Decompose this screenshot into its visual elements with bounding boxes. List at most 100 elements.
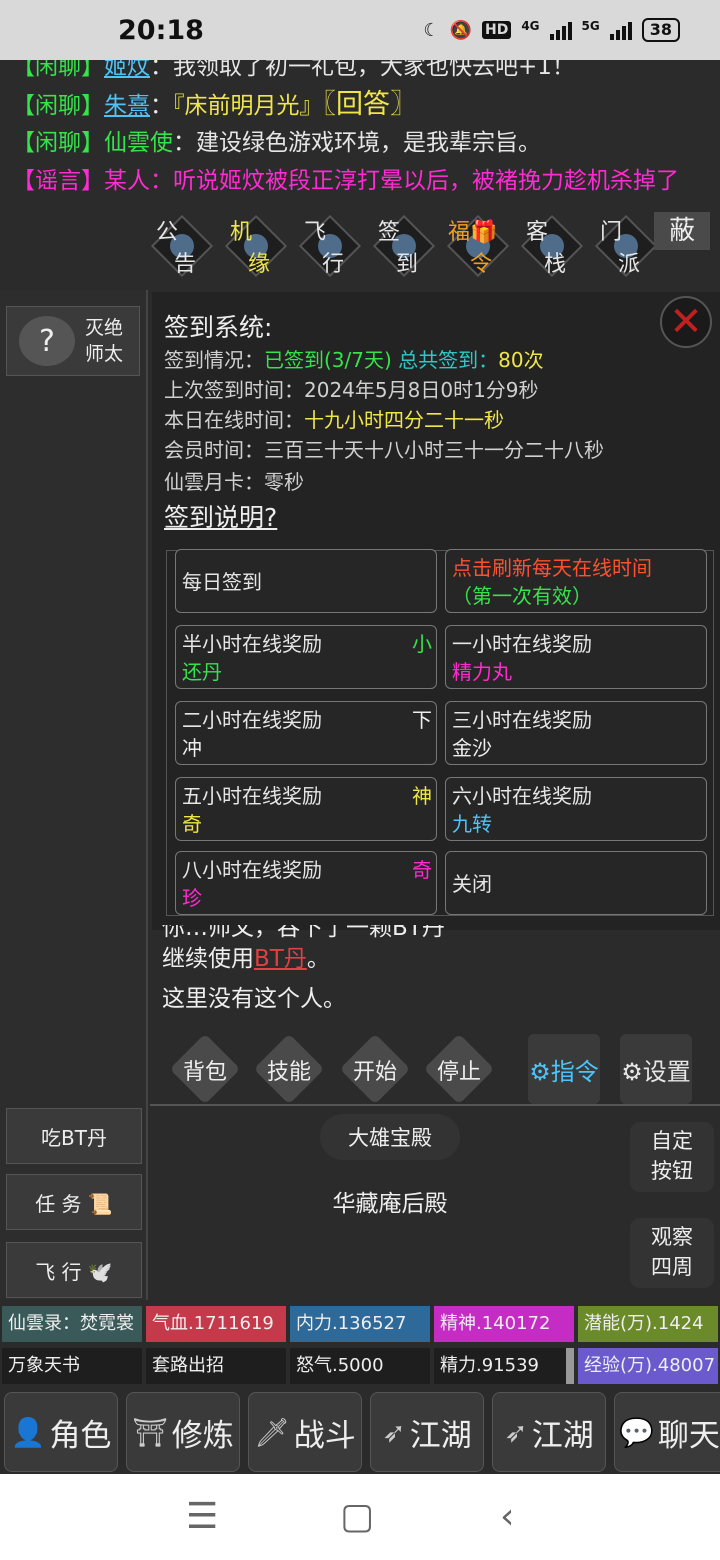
half-hour-reward-button[interactable]: 半小时在线奖励 小还丹 bbox=[175, 625, 437, 689]
reward-name: 冲 bbox=[182, 736, 202, 760]
info-label: 会员时间： bbox=[164, 438, 264, 462]
nav-label-bottom: 行 bbox=[322, 252, 345, 277]
tab-jianghu-2[interactable]: ➶ 江湖 bbox=[492, 1392, 606, 1472]
fly-button[interactable]: 飞 行 🕊️ bbox=[6, 1242, 142, 1298]
tab-battle[interactable]: 🗡 战斗 bbox=[248, 1392, 362, 1472]
refresh-online-button[interactable]: 点击刷新每天在线时间 （第一次有效） bbox=[445, 549, 707, 613]
tab-jianghu[interactable]: ➶ 江湖 bbox=[370, 1392, 484, 1472]
chat-line: 【闲聊】朱熹：『床前明月光』〖回答〗 bbox=[12, 86, 720, 124]
bag-button[interactable]: 背包 bbox=[168, 1033, 242, 1105]
total-value: 80次 bbox=[498, 348, 544, 372]
nav-label-bottom: 栈 bbox=[544, 252, 567, 277]
button-label: 技能 bbox=[266, 1060, 311, 1085]
moon-icon: ☾ bbox=[423, 19, 440, 41]
reward-name: 奇 bbox=[412, 858, 432, 882]
eight-hour-reward-button[interactable]: 八小时在线奖励 奇珍 bbox=[175, 851, 437, 915]
blessing-button[interactable]: 福🎁 令 bbox=[446, 212, 510, 282]
chat-text: 建设绿色游戏环境，是我辈宗旨。 bbox=[196, 130, 541, 156]
task-button[interactable]: 任 务 📜 bbox=[6, 1174, 142, 1230]
chat-icon: 💬 bbox=[619, 1415, 654, 1449]
custom-button[interactable]: 自定 按钮 bbox=[630, 1122, 714, 1192]
close-icon[interactable]: ✕ bbox=[660, 296, 712, 348]
last-signin: 上次签到时间：2024年5月8日0时1分9秒 bbox=[164, 374, 539, 403]
chat-sep: ： bbox=[150, 60, 173, 80]
npc-card[interactable]: ? 灭绝 师太 bbox=[6, 306, 140, 376]
stop-button[interactable]: 停止 bbox=[422, 1033, 496, 1105]
settings-button[interactable]: ⚙设置 bbox=[620, 1034, 692, 1104]
meditate-icon: ⛩ bbox=[132, 1415, 168, 1449]
message-text: 继续使用 bbox=[162, 946, 254, 972]
one-hour-reward-button[interactable]: 一小时在线奖励 精力丸 bbox=[445, 625, 707, 689]
hide-button[interactable]: 蔽 bbox=[654, 212, 710, 250]
combo-attack-button[interactable]: 套路出招 bbox=[146, 1348, 286, 1384]
exp-stat: 经验(万).48007 bbox=[578, 1348, 718, 1384]
tab-label: 江湖 bbox=[409, 1417, 472, 1454]
notice-button[interactable]: 公告 bbox=[150, 212, 214, 282]
command-button[interactable]: ⚙指令 bbox=[528, 1034, 600, 1104]
tab-cultivate[interactable]: ⛩ 修炼 bbox=[126, 1392, 240, 1472]
info-label: 上次签到时间： bbox=[164, 378, 304, 402]
tab-chat[interactable]: 💬 聊天 bbox=[614, 1392, 720, 1472]
reward-grid: 每日签到 点击刷新每天在线时间 （第一次有效） 半小时在线奖励 小还丹 一小时在线奖… bbox=[166, 549, 714, 916]
reward-name: 奇 bbox=[182, 812, 202, 836]
reward-name: 还丹 bbox=[182, 660, 222, 684]
member-value: 三百三十天十八小时三十一分二十八秒 bbox=[264, 438, 604, 462]
reward-name: 神 bbox=[412, 784, 432, 808]
chat-log: 【闲聊】姬炆：我领取了初一礼包，大家也快去吧+1！ 【闲聊】朱熹：『床前明月光』… bbox=[0, 60, 720, 200]
signin-button[interactable]: 签到 bbox=[372, 212, 436, 282]
wanxiang-book-button[interactable]: 万象天书 bbox=[2, 1348, 142, 1384]
nav-label-top: 签 bbox=[378, 220, 401, 245]
fly-nav-button[interactable]: 飞行 bbox=[298, 212, 362, 282]
exit-north-button[interactable]: 大雄宝殿 bbox=[320, 1114, 460, 1160]
chat-player-link[interactable]: 姬炆 bbox=[104, 60, 150, 80]
two-hour-reward-button[interactable]: 二小时在线奖励 下冲 bbox=[175, 701, 437, 765]
answer-link[interactable]: 〖回答〗 bbox=[323, 89, 418, 120]
member-time: 会员时间：三百三十天十八小时三十一分二十八秒 bbox=[164, 434, 604, 463]
signin-help-link[interactable]: 签到说明? bbox=[164, 498, 277, 534]
button-label: 开始 bbox=[352, 1060, 397, 1085]
info-label: 仙雲月卡： bbox=[164, 470, 264, 494]
chat-text: 听说姬炆被段正淳打晕以后，被褚挽力趁机杀掉了 bbox=[173, 168, 679, 194]
nav-label-bottom: 派 bbox=[618, 252, 641, 277]
skill-book-stat[interactable]: 仙雲录：焚霓裳 bbox=[2, 1306, 142, 1342]
observe-button[interactable]: 观察 四周 bbox=[630, 1218, 714, 1288]
system-nav-bar: ☰ ▢ ‹ bbox=[0, 1474, 720, 1560]
divider bbox=[150, 1104, 720, 1106]
inn-button[interactable]: 客栈 bbox=[520, 212, 584, 282]
daily-signin-button[interactable]: 每日签到 bbox=[175, 549, 437, 613]
back-icon[interactable]: ‹ bbox=[500, 1496, 514, 1537]
chat-line: 【闲聊】仙雲使：建设绿色游戏环境，是我辈宗旨。 bbox=[12, 124, 720, 162]
nav-label-top: 客 bbox=[526, 220, 549, 245]
button-label: 自定 bbox=[651, 1129, 693, 1153]
start-button[interactable]: 开始 bbox=[338, 1033, 412, 1105]
sect-button[interactable]: 门派 bbox=[594, 212, 658, 282]
npc-name-line: 师太 bbox=[85, 343, 124, 365]
chat-tag: 【闲聊】 bbox=[12, 60, 104, 80]
menu-icon[interactable]: ☰ bbox=[186, 1496, 218, 1537]
cell-label: 关闭 bbox=[452, 872, 492, 896]
info-label: 本日在线时间： bbox=[164, 408, 304, 432]
chat-player-name: 某人 bbox=[104, 168, 150, 194]
signal-icon bbox=[549, 20, 572, 40]
home-icon[interactable]: ▢ bbox=[340, 1496, 374, 1537]
mp-stat: 内力.136527 bbox=[290, 1306, 430, 1342]
chat-line: 【闲聊】姬炆：我领取了初一礼包，大家也快去吧+1！ bbox=[12, 60, 720, 86]
chat-player-link[interactable]: 朱熹 bbox=[104, 93, 150, 119]
chat-tag: 【闲聊】 bbox=[12, 130, 104, 156]
message-log: 你…师父，吞下了一颗BT丹 继续使用BT丹。 这里没有这个人。 bbox=[162, 925, 445, 1019]
skill-button[interactable]: 技能 bbox=[252, 1033, 326, 1105]
stat-panel: 仙雲录：焚霓裳 气血.1711619 内力.136527 精神.140172 潜… bbox=[0, 1304, 720, 1386]
nav-label-top: 飞 bbox=[304, 220, 327, 245]
signal-icon bbox=[609, 20, 632, 40]
five-hour-reward-button[interactable]: 五小时在线奖励 神奇 bbox=[175, 777, 437, 841]
tab-character[interactable]: 👤 角色 bbox=[4, 1392, 118, 1472]
bt-pill-link[interactable]: BT丹 bbox=[254, 946, 307, 972]
message-line: 这里没有这个人。 bbox=[162, 986, 346, 1012]
six-hour-reward-button[interactable]: 六小时在线奖励 九转 bbox=[445, 777, 707, 841]
fortune-button[interactable]: 机缘 bbox=[224, 212, 288, 282]
close-panel-button[interactable]: 关闭 bbox=[445, 851, 707, 915]
rage-stat: 怒气.5000 bbox=[290, 1348, 430, 1384]
eat-bt-pill-button[interactable]: 吃BT丹 bbox=[6, 1108, 142, 1164]
info-label: 签到情况： bbox=[164, 348, 264, 372]
three-hour-reward-button[interactable]: 三小时在线奖励 金沙 bbox=[445, 701, 707, 765]
